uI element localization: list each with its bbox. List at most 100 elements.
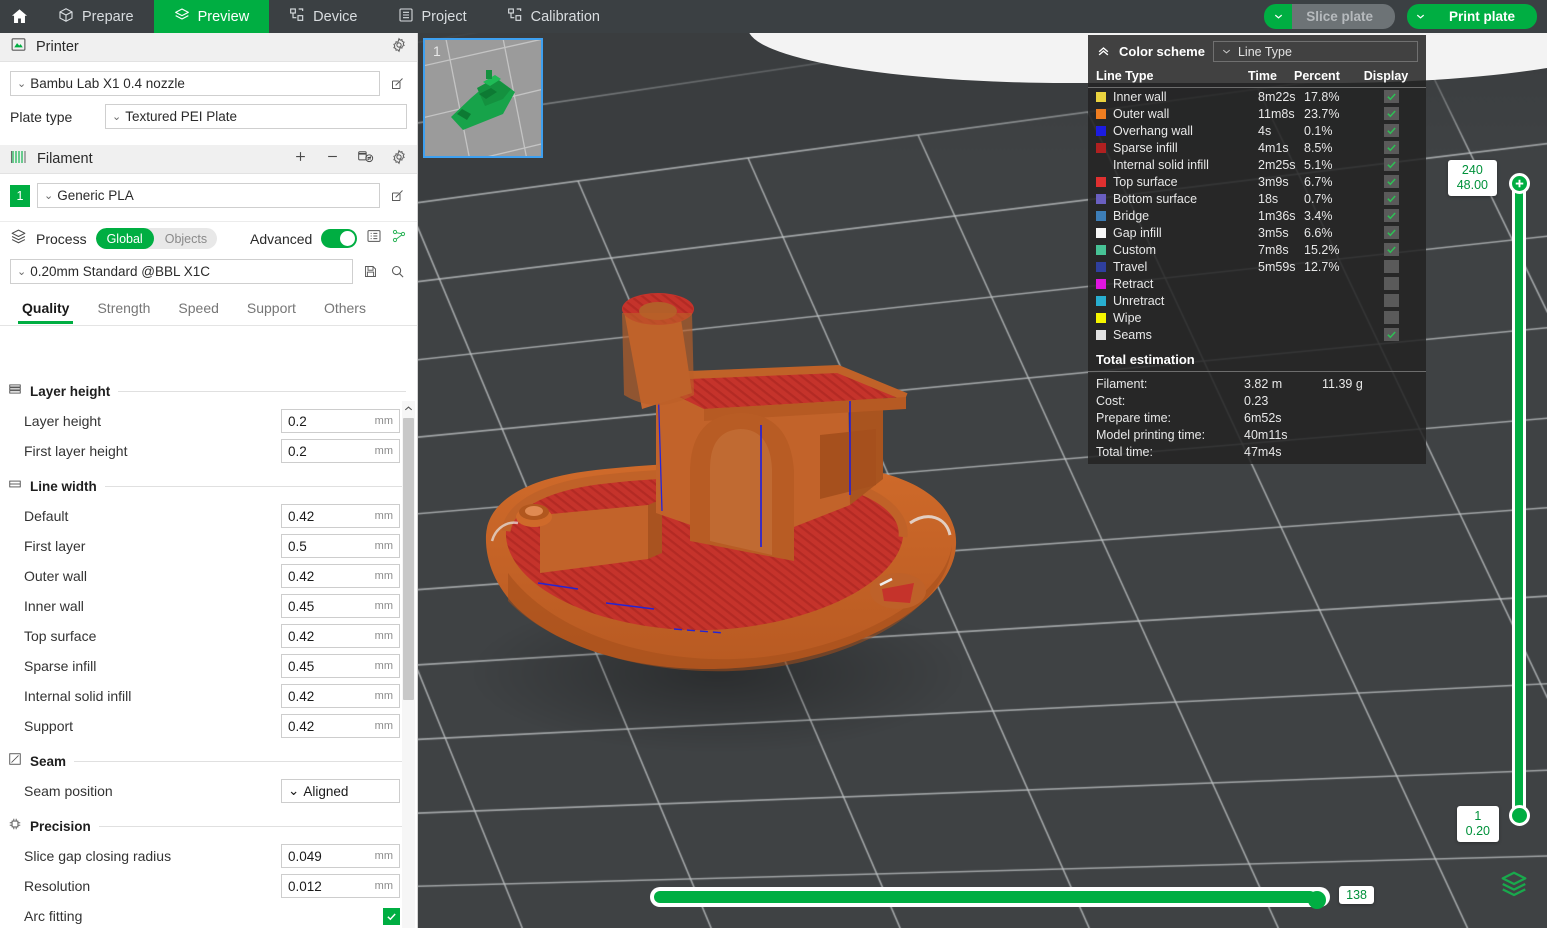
tab-device[interactable]: Device	[269, 0, 377, 33]
legend-display-checkbox[interactable]	[1383, 158, 1399, 171]
legend-row[interactable]: Outer wall 11m8s 23.7%	[1088, 105, 1426, 122]
parameter-input[interactable]: 0.5 mm	[281, 534, 400, 558]
total-estimation-title: Total estimation	[1096, 352, 1195, 367]
layer-slider-track[interactable]	[1512, 183, 1526, 816]
legend-row[interactable]: Top surface 3m9s 6.7%	[1088, 173, 1426, 190]
layer-slider-upper-handle[interactable]	[1509, 173, 1530, 194]
col-time: Time	[1248, 69, 1277, 83]
legend-display-checkbox[interactable]	[1383, 107, 1399, 120]
parameter-input[interactable]: 0.45 mm	[281, 654, 400, 678]
parameter-input[interactable]: 0.012 mm	[281, 874, 400, 898]
move-slider-handle[interactable]	[1308, 891, 1326, 909]
legend-row[interactable]: Custom 7m8s 15.2%	[1088, 241, 1426, 258]
scope-objects-option[interactable]: Objects	[154, 228, 217, 249]
filament-sync-icon[interactable]	[357, 149, 374, 169]
print-plate-dropdown-arrow[interactable]	[1406, 4, 1435, 29]
filament-slot-row: 1 ⌄ Generic PLA	[0, 174, 417, 214]
gear-icon[interactable]	[391, 37, 407, 58]
chevron-up-icon[interactable]	[402, 401, 415, 415]
parameter-input[interactable]: 0.42 mm	[281, 714, 400, 738]
compare-icon[interactable]	[391, 228, 407, 249]
edit-icon[interactable]	[387, 188, 407, 203]
legend-row[interactable]: Bridge 1m36s 3.4%	[1088, 207, 1426, 224]
scope-global-option[interactable]: Global	[95, 228, 154, 249]
layers-stack-icon[interactable]	[1499, 869, 1529, 904]
legend-display-checkbox[interactable]	[1383, 124, 1399, 137]
legend-display-checkbox[interactable]	[1383, 243, 1399, 256]
legend-row[interactable]: Seams	[1088, 326, 1426, 343]
plate-thumbnail[interactable]: 1	[423, 38, 543, 158]
print-plate-button[interactable]: Print plate	[1406, 4, 1537, 29]
legend-display-checkbox[interactable]	[1383, 277, 1399, 290]
legend-display-checkbox[interactable]	[1383, 311, 1399, 324]
edit-icon[interactable]	[387, 76, 407, 91]
tab-preview[interactable]: Preview	[153, 0, 270, 33]
tab-support[interactable]: Support	[233, 291, 310, 325]
process-preset-select[interactable]: ⌄ 0.20mm Standard @BBL X1C	[10, 259, 353, 284]
sliced-model-benchy[interactable]	[478, 273, 1008, 703]
settings-scrollbar[interactable]	[402, 401, 415, 928]
legend-display-checkbox[interactable]	[1383, 192, 1399, 205]
plus-icon[interactable]	[293, 149, 308, 169]
print-plate-label[interactable]: Print plate	[1434, 4, 1537, 29]
plate-type-select[interactable]: ⌄ Textured PEI Plate	[105, 104, 407, 129]
chevron-double-up-icon[interactable]	[1096, 43, 1111, 61]
filament-slot-badge[interactable]: 1	[10, 184, 30, 207]
tab-prepare[interactable]: Prepare	[38, 0, 154, 33]
printer-preset-select[interactable]: ⌄ Bambu Lab X1 0.4 nozzle	[10, 71, 380, 96]
legend-display-checkbox[interactable]	[1383, 328, 1399, 341]
parameter-input[interactable]: 0.42 mm	[281, 624, 400, 648]
save-icon[interactable]	[360, 264, 380, 279]
slice-plate-button[interactable]: Slice plate	[1264, 4, 1395, 29]
legend-row[interactable]: Wipe	[1088, 309, 1426, 326]
legend-display-checkbox[interactable]	[1383, 90, 1399, 103]
parameter-input[interactable]: 0.42 mm	[281, 684, 400, 708]
legend-row[interactable]: Sparse infill 4m1s 8.5%	[1088, 139, 1426, 156]
parameter-input[interactable]: 0.2 mm	[281, 409, 400, 433]
legend-row[interactable]: Travel 5m59s 12.7%	[1088, 258, 1426, 275]
legend-display-checkbox[interactable]	[1383, 175, 1399, 188]
tab-quality[interactable]: Quality	[8, 291, 83, 325]
legend-row[interactable]: Gap infill 3m5s 6.6%	[1088, 224, 1426, 241]
home-icon[interactable]	[0, 0, 38, 33]
legend-display-checkbox[interactable]	[1383, 294, 1399, 307]
tab-others[interactable]: Others	[310, 291, 380, 325]
3d-viewport[interactable]: 1 Color scheme Line Type Line Type Time …	[418, 33, 1547, 928]
legend-row[interactable]: Unretract	[1088, 292, 1426, 309]
gear-icon[interactable]	[391, 149, 407, 170]
tab-speed[interactable]: Speed	[164, 291, 232, 325]
legend-row[interactable]: Overhang wall 4s 0.1%	[1088, 122, 1426, 139]
move-slider-track[interactable]	[650, 887, 1330, 909]
search-icon[interactable]	[387, 264, 407, 279]
legend-row[interactable]: Internal solid infill 2m25s 5.1%	[1088, 156, 1426, 173]
scrollbar-thumb[interactable]	[403, 418, 414, 700]
parameter-label: Seam position	[24, 783, 113, 799]
legend-display-checkbox[interactable]	[1383, 209, 1399, 222]
parameter-input[interactable]: 0.42 mm	[281, 504, 400, 528]
legend-row[interactable]: Retract	[1088, 275, 1426, 292]
parameter-input[interactable]: 0.42 mm	[281, 564, 400, 588]
tab-project[interactable]: Project	[378, 0, 487, 33]
parameter-checkbox[interactable]	[383, 907, 400, 925]
parameter-input[interactable]: 0.45 mm	[281, 594, 400, 618]
slice-plate-dropdown-arrow[interactable]	[1264, 4, 1293, 29]
legend-row[interactable]: Inner wall 8m22s 17.8%	[1088, 88, 1426, 105]
advanced-toggle[interactable]	[321, 229, 357, 248]
layer-slider-lower-handle[interactable]	[1509, 805, 1530, 826]
parameter-select[interactable]: ⌄ Aligned	[281, 779, 400, 803]
legend-display-checkbox[interactable]	[1383, 141, 1399, 154]
minus-icon[interactable]	[325, 149, 340, 169]
filament-preset-select[interactable]: ⌄ Generic PLA	[37, 183, 380, 208]
slice-plate-label[interactable]: Slice plate	[1292, 4, 1395, 29]
tab-strength[interactable]: Strength	[83, 291, 164, 325]
legend-display-checkbox[interactable]	[1383, 226, 1399, 239]
parameter-input[interactable]: 0.2 mm	[281, 439, 400, 463]
parameter-input[interactable]: 0.049 mm	[281, 844, 400, 868]
tab-calibration[interactable]: Calibration	[487, 0, 620, 33]
color-scheme-select[interactable]: Line Type	[1212, 41, 1418, 62]
move-slider-horizontal[interactable]: 138	[650, 884, 1374, 910]
legend-row[interactable]: Bottom surface 18s 0.7%	[1088, 190, 1426, 207]
layer-slider-vertical[interactable]: 240 48.00 1 0.20	[1447, 148, 1530, 842]
legend-display-checkbox[interactable]	[1383, 260, 1399, 273]
list-view-icon[interactable]	[366, 228, 382, 249]
